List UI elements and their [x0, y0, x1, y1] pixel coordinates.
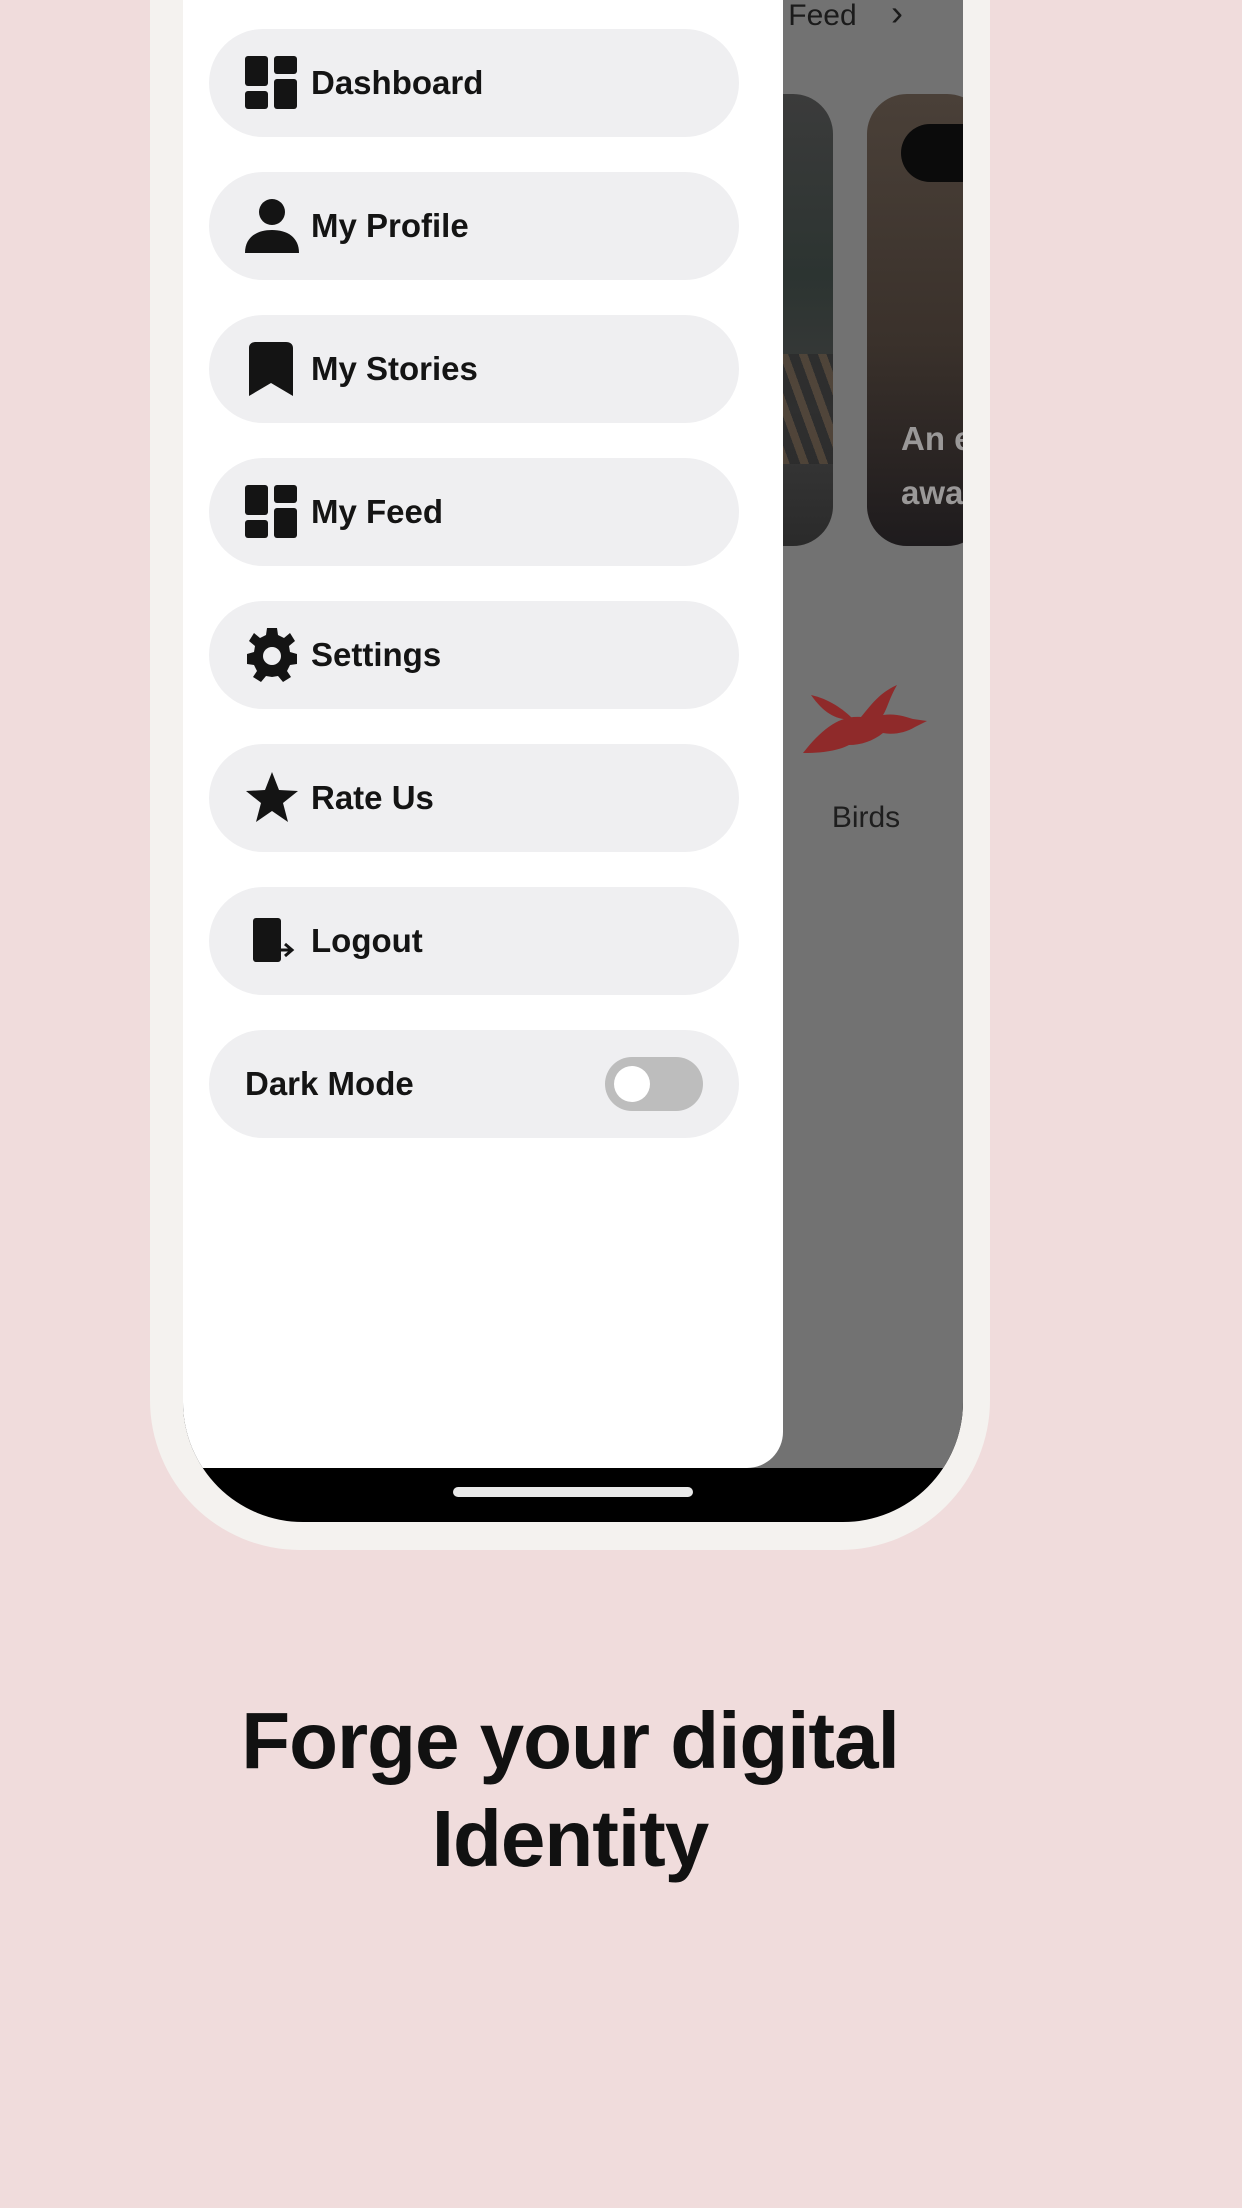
drawer-item-my-profile[interactable]: My Profile — [209, 172, 739, 280]
drawer-item-logout[interactable]: Logout — [209, 887, 739, 995]
drawer-item-label: My Profile — [311, 207, 469, 244]
drawer-item-settings[interactable]: Settings — [209, 601, 739, 709]
drawer-item-label: My Feed — [311, 493, 444, 530]
home-indicator — [453, 1487, 693, 1497]
category-birds[interactable]: Birds — [796, 675, 936, 835]
bookmark-icon — [245, 339, 305, 399]
feed-see-more-link[interactable]: Feed › — [788, 0, 903, 34]
headline-line-1: Forge your digital — [241, 1696, 900, 1785]
drawer-menu: Dashboard My Profile My Stories My Feed — [209, 29, 739, 1173]
marketing-headline: Forge your digital Identity — [0, 1692, 1140, 1888]
navigation-drawer: Dashboard My Profile My Stories My Feed — [183, 0, 783, 1468]
card-caption: An e awa — [901, 420, 963, 511]
drawer-item-rate-us[interactable]: Rate Us — [209, 744, 739, 852]
chevron-right-icon: › — [891, 0, 903, 33]
dashboard-icon — [245, 53, 305, 113]
person-icon — [245, 196, 305, 256]
phone-screen: Feed › An e awa Birds Dashboar — [183, 0, 963, 1522]
dark-mode-row: Dark Mode — [209, 1030, 739, 1138]
drawer-item-dashboard[interactable]: Dashboard — [209, 29, 739, 137]
toggle-knob — [614, 1066, 650, 1102]
star-icon — [245, 768, 305, 828]
feed-link-label: Feed — [788, 0, 857, 32]
drawer-item-my-feed[interactable]: My Feed — [209, 458, 739, 566]
headline-line-2: Identity — [431, 1794, 709, 1883]
dark-mode-toggle[interactable] — [605, 1057, 703, 1111]
drawer-item-label: Settings — [311, 636, 442, 673]
drawer-item-label: Dashboard — [311, 64, 484, 101]
dashboard-icon — [245, 482, 305, 542]
drawer-item-label: My Stories — [311, 350, 478, 387]
dark-mode-label: Dark Mode — [245, 1065, 414, 1102]
drawer-item-label: Logout — [311, 922, 423, 959]
bird-icon — [803, 685, 927, 753]
logout-icon — [245, 911, 305, 971]
card-badge — [901, 124, 963, 182]
gear-icon — [245, 625, 305, 685]
drawer-item-my-stories[interactable]: My Stories — [209, 315, 739, 423]
drawer-item-label: Rate Us — [311, 779, 434, 816]
story-card[interactable]: An e awa — [867, 94, 963, 546]
category-label: Birds — [831, 801, 901, 834]
